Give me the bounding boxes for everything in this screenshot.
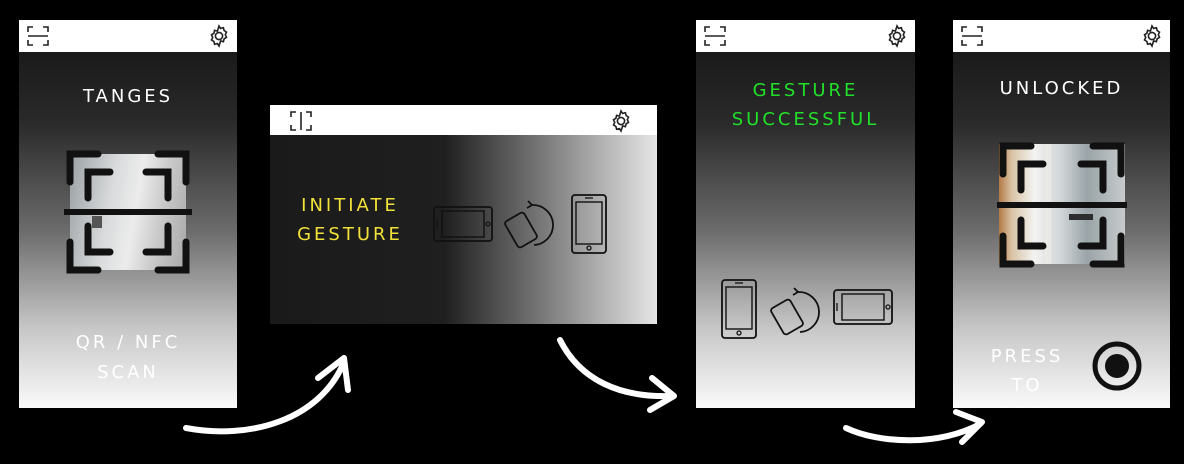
screen-unlocked: UNLOCKED PRESS TO OPEN [953,20,1170,408]
gesture-instruction: INITIATE GESTURE [297,195,403,245]
gear-icon[interactable] [1140,24,1164,48]
scan-corners-icon [997,142,1127,268]
gear-icon[interactable] [609,109,633,133]
screen-body: TANGES QR / NFC SCAN [19,52,237,408]
scan-prompt: QR / NFC SCAN [75,332,181,383]
phone-portrait-icon [571,194,607,254]
screen-body: INITIATE GESTURE [270,135,657,324]
arrow-icon [557,337,677,413]
app-title: TANGES [82,86,174,107]
top-bar [270,105,657,135]
arrow-icon [843,409,985,445]
screen-tanges-scan: TANGES QR / NFC SCAN [19,20,237,408]
top-bar [953,20,1170,52]
scanner-viewfinder [997,140,1127,270]
scan-corners-icon [64,150,192,274]
scan-frame-icon[interactable] [959,24,985,48]
phone-portrait-icon [721,279,757,339]
gesture-status: GESTURE SUCCESSFUL [731,80,880,130]
record-button-icon[interactable] [1091,340,1143,392]
open-action-label: PRESS TO OPEN [990,346,1064,408]
gear-icon[interactable] [207,24,231,48]
screen-body: GESTURE SUCCESSFUL [696,52,915,408]
scanner-viewfinder[interactable] [64,148,192,276]
phone-rotate-icon [504,200,554,249]
phone-rotate-icon [770,287,820,336]
scan-frame-icon[interactable] [288,109,314,133]
phone-landscape-icon [833,289,893,325]
screen-gesture-successful: GESTURE SUCCESSFUL [696,20,915,408]
unlock-status: UNLOCKED [999,78,1124,99]
top-bar [696,20,915,52]
phone-landscape-icon [433,206,493,242]
gear-icon[interactable] [885,24,909,48]
top-bar [19,20,237,52]
screen-initiate-gesture: INITIATE GESTURE [270,105,657,324]
screen-body: UNLOCKED PRESS TO OPEN [953,52,1170,408]
scan-frame-icon[interactable] [702,24,728,48]
scan-frame-icon[interactable] [25,24,51,48]
